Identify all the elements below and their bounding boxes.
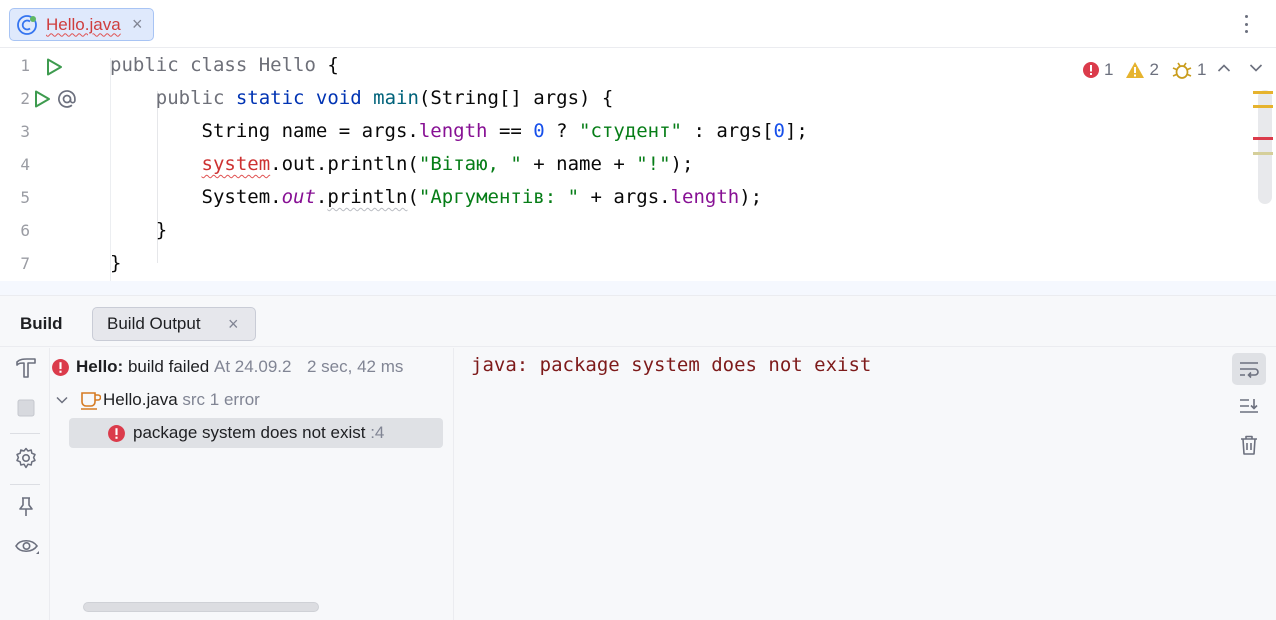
toolbar-separator [10, 484, 40, 485]
close-tab-icon[interactable]: × [132, 14, 143, 35]
previous-problem-icon[interactable] [1217, 60, 1231, 76]
line-number: 1 [20, 56, 30, 75]
warning-marker[interactable] [1253, 105, 1273, 108]
build-tool-window: Build Build Output × Hello: build failed… [0, 297, 1276, 620]
run-icon[interactable] [44, 57, 64, 80]
error-icon [51, 358, 73, 377]
tree-row-file[interactable]: Hello.java src 1 error [51, 385, 260, 415]
code-line: system.out.println("Вітаю, " + name + "!… [201, 153, 694, 175]
kebab-menu-icon[interactable] [1238, 12, 1254, 36]
toolbar-separator [10, 433, 40, 434]
console-error-line: java: package system does not exist [471, 354, 872, 376]
stop-icon[interactable] [14, 396, 38, 420]
close-tab-icon[interactable]: × [228, 314, 239, 335]
build-console[interactable]: java: package system does not exist [455, 348, 1225, 620]
line-number: 5 [20, 188, 30, 207]
code-line: String name = args.length == 0 ? "студен… [201, 120, 808, 142]
code-line: } [155, 219, 168, 241]
bug-icon [1172, 62, 1192, 79]
error-line: :4 [370, 423, 385, 442]
tree-row-error[interactable]: package system does not exist :4 [69, 418, 443, 448]
editor-tab-bar: Hello.java × [0, 0, 1276, 48]
chevron-down-icon[interactable] [51, 396, 73, 404]
code-line: public class Hello { [110, 54, 339, 76]
tree-horizontal-scrollbar[interactable] [83, 602, 319, 612]
editor-tab-label: Hello.java [46, 14, 121, 34]
error-icon [1083, 62, 1099, 78]
next-problem-icon[interactable] [1249, 60, 1263, 76]
weak-warning-marker[interactable] [1253, 152, 1273, 155]
settings-icon[interactable] [14, 446, 38, 470]
build-timestamp: At 24.09.2 [213, 357, 292, 376]
line-number: 4 [20, 155, 30, 174]
scroll-to-end-icon[interactable] [1232, 391, 1266, 423]
java-class-icon [16, 14, 38, 36]
build-header: Build Build Output × [0, 297, 1276, 347]
code-line: public static void main(String[] args) { [155, 87, 614, 109]
tree-row-build-root[interactable]: Hello: build failed At 24.09.2 2 sec, 42 … [51, 352, 403, 382]
inspection-widget[interactable]: 1 2 1 [1082, 58, 1206, 82]
tool-window-title: Build [20, 314, 63, 333]
editor-gutter: 1 2 3 4 5 6 7 [0, 49, 106, 295]
file-name: Hello.java [103, 390, 178, 409]
file-meta: src 1 error [182, 390, 260, 409]
line-number: 3 [20, 122, 30, 141]
eye-icon[interactable] [14, 534, 39, 558]
editor-tab-hello-java[interactable]: Hello.java × [9, 8, 154, 41]
code-line: System.out.println("Аргументів: " + args… [201, 186, 763, 208]
line-number: 7 [20, 254, 30, 273]
hammer-icon[interactable] [14, 356, 38, 380]
build-duration: 2 sec, 42 ms [306, 357, 404, 376]
error-message: package system does not exist [133, 423, 366, 442]
error-icon [103, 424, 129, 443]
soft-wrap-icon[interactable] [1232, 353, 1266, 385]
code-line: } [110, 252, 122, 274]
editor-pane: Hello.java × 1 2 3 4 5 6 7 public class … [0, 0, 1276, 296]
console-actions [1230, 348, 1270, 620]
build-name: Hello: [76, 357, 124, 376]
pin-icon[interactable] [14, 495, 38, 519]
annotation-at-icon[interactable] [56, 88, 78, 113]
weak-warning-count[interactable]: 1 [1171, 60, 1206, 80]
line-number: 2 [20, 89, 30, 108]
build-status: build failed [127, 357, 210, 376]
build-toolbar [0, 348, 50, 620]
warning-marker[interactable] [1253, 91, 1273, 94]
error-marker[interactable] [1253, 137, 1273, 140]
warning-icon [1126, 62, 1145, 78]
warning-count[interactable]: 2 [1125, 60, 1159, 80]
line-number: 6 [20, 221, 30, 240]
inspection-nav [1217, 60, 1263, 76]
code-area[interactable]: public class Hello { public static void … [110, 49, 1250, 295]
run-icon[interactable] [32, 89, 52, 112]
build-tree: Hello: build failed At 24.09.2 2 sec, 42 … [51, 348, 454, 620]
tab-label: Build Output [107, 314, 201, 333]
trash-icon[interactable] [1232, 429, 1266, 461]
java-file-icon [77, 390, 103, 410]
caret-line-highlight [0, 281, 1276, 295]
error-count[interactable]: 1 [1082, 60, 1113, 80]
tab-build-output[interactable]: Build Output × [92, 307, 256, 341]
error-token: system [201, 153, 271, 175]
